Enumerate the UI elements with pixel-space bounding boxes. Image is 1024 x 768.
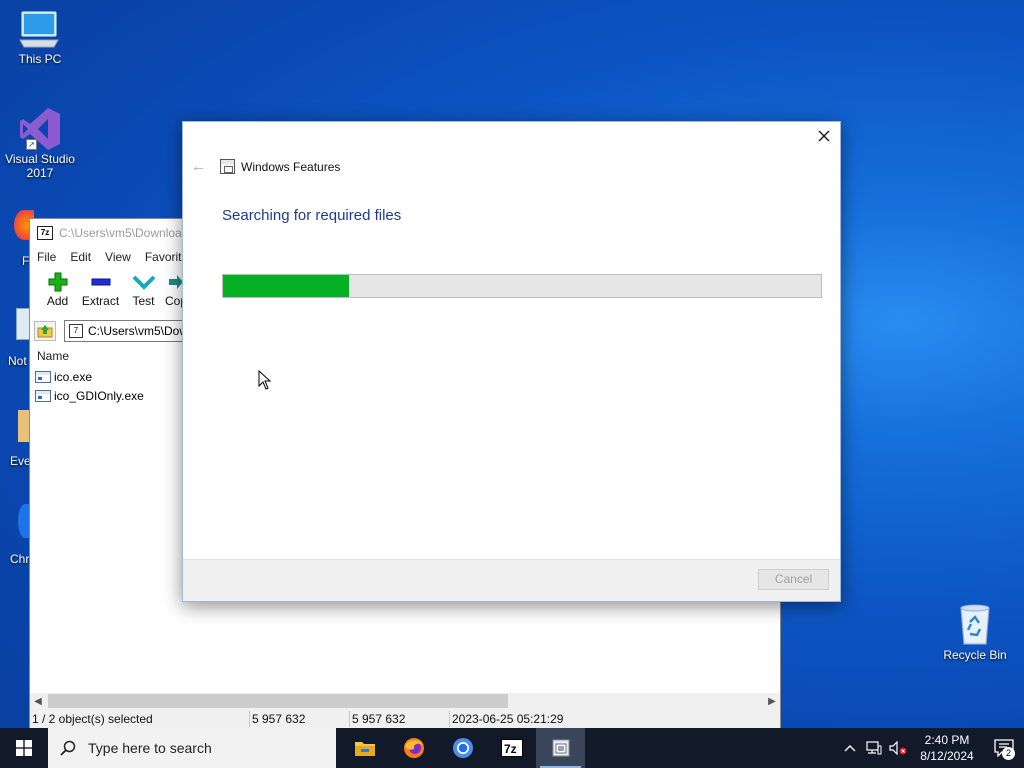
- firefox-icon: [403, 738, 424, 758]
- file-explorer-icon: [354, 742, 375, 756]
- taskbar-app-windows-features[interactable]: [536, 728, 585, 768]
- chevron-up-icon: [844, 745, 856, 752]
- horizontal-scrollbar[interactable]: ◀ ▶: [30, 693, 780, 709]
- taskbar-app-firefox[interactable]: [389, 728, 438, 768]
- desktop-icon-partial-2[interactable]: Not: [8, 308, 32, 368]
- close-button[interactable]: [816, 128, 832, 144]
- start-button[interactable]: [0, 728, 48, 768]
- minus-icon: [91, 278, 110, 286]
- taskbar-search-box[interactable]: Type here to search: [48, 728, 336, 768]
- notification-count-badge: 2: [1002, 747, 1015, 760]
- status-size: 5 957 632: [250, 711, 350, 727]
- desktop-icon-this-pc[interactable]: This PC: [0, 10, 80, 66]
- chrome-icon: [452, 738, 473, 758]
- status-selection: 1 / 2 object(s) selected: [30, 711, 250, 727]
- scroll-left-icon[interactable]: ◀: [30, 696, 46, 707]
- taskbar-clock[interactable]: 2:40 PM 8/12/2024: [916, 732, 978, 764]
- shortcut-arrow-icon: ↗: [26, 139, 37, 150]
- desktop-icon-label: This PC: [18, 52, 62, 66]
- taskbar: Type here to search 7z 2:40 PM 8/12/2024…: [0, 728, 1024, 768]
- desktop-icon-label: Eve: [10, 454, 31, 468]
- action-center-button[interactable]: 2: [984, 728, 1024, 768]
- test-button[interactable]: Test: [122, 272, 165, 308]
- desktop-icon-label: Recycle Bin: [943, 648, 1007, 662]
- menu-file[interactable]: File: [37, 250, 56, 264]
- status-heading: Searching for required files: [222, 207, 402, 224]
- add-button[interactable]: Add: [36, 272, 79, 308]
- cancel-button[interactable]: Cancel: [758, 569, 829, 590]
- menu-edit[interactable]: Edit: [70, 250, 91, 264]
- status-modified: 2023-06-25 05:21:29: [452, 712, 564, 726]
- file-name: ico_GDIOnly.exe: [54, 388, 144, 403]
- close-icon: [818, 130, 830, 142]
- exe-file-icon: [35, 370, 51, 383]
- extract-button[interactable]: Extract: [79, 272, 122, 308]
- recycle-bin-icon: [960, 604, 990, 645]
- back-arrow-icon[interactable]: ←: [191, 158, 206, 175]
- clock-date: 8/12/2024: [920, 749, 974, 763]
- network-button[interactable]: [862, 741, 886, 755]
- menu-view[interactable]: View: [105, 250, 131, 264]
- windows-features-icon: [552, 739, 569, 757]
- taskbar-app-file-explorer[interactable]: [340, 728, 389, 768]
- clock-time: 2:40 PM: [924, 733, 970, 747]
- scrollbar-thumb[interactable]: [48, 694, 508, 708]
- search-icon: [60, 740, 76, 756]
- desktop-icon-recycle-bin[interactable]: Recycle Bin: [935, 602, 1015, 662]
- dialog-title: Windows Features: [241, 159, 341, 174]
- windows-logo-icon: [16, 740, 32, 756]
- search-placeholder: Type here to search: [88, 740, 212, 756]
- drive-icon: 7: [69, 324, 83, 338]
- 7zip-icon: 7z: [37, 225, 53, 240]
- test-label: Test: [132, 294, 155, 308]
- svg-text:7z: 7z: [504, 742, 517, 756]
- system-tray: 2:40 PM 8/12/2024 2: [838, 728, 1024, 768]
- taskbar-app-7zip[interactable]: 7z: [487, 728, 536, 768]
- desktop-icon-label: Chr: [10, 552, 30, 566]
- address-text: C:\Users\vm5\Dow: [88, 324, 189, 338]
- add-label: Add: [46, 294, 69, 308]
- up-folder-button[interactable]: [34, 321, 56, 341]
- progress-fill: [223, 275, 349, 297]
- extract-label: Extract: [81, 294, 120, 308]
- exe-file-icon: [35, 389, 51, 402]
- file-name: ico.exe: [54, 369, 93, 384]
- taskbar-app-chrome[interactable]: [438, 728, 487, 768]
- desktop-icon-label: Not: [8, 354, 27, 368]
- 7zip-status-bar: 1 / 2 object(s) selected 5 957 632 5 957…: [30, 709, 780, 729]
- volume-button[interactable]: [886, 741, 910, 755]
- mouse-cursor-icon: [258, 370, 272, 390]
- 7zip-title: C:\Users\vm5\Downloa: [59, 225, 182, 240]
- dialog-header: ← Windows Features: [191, 158, 340, 175]
- status-packed-size: 5 957 632: [350, 711, 450, 727]
- taskbar-apps: 7z: [340, 728, 585, 768]
- dialog-footer: Cancel: [183, 559, 840, 601]
- plus-icon: [48, 272, 67, 292]
- desktop-icon-visual-studio[interactable]: ↗ Visual Studio 2017: [0, 106, 80, 180]
- folder-up-icon: [37, 325, 53, 338]
- scroll-right-icon[interactable]: ▶: [764, 696, 780, 707]
- volume-muted-icon: [889, 741, 907, 755]
- visual-studio-icon: [20, 108, 60, 150]
- windows-features-dialog[interactable]: ← Windows Features Searching for require…: [182, 121, 841, 602]
- 7zip-icon: 7z: [500, 739, 523, 757]
- progress-bar: [222, 274, 822, 298]
- desktop-icon-label: Visual Studio 2017: [5, 152, 75, 180]
- checkmark-icon: [132, 275, 155, 290]
- network-icon: [866, 741, 882, 755]
- windows-features-icon: [220, 159, 235, 174]
- show-hidden-icons-button[interactable]: [838, 744, 862, 752]
- desktop-icon-partial-4[interactable]: Chr: [10, 504, 32, 570]
- computer-icon: [19, 11, 59, 48]
- desktop-icon-partial-3[interactable]: Eve: [10, 410, 32, 470]
